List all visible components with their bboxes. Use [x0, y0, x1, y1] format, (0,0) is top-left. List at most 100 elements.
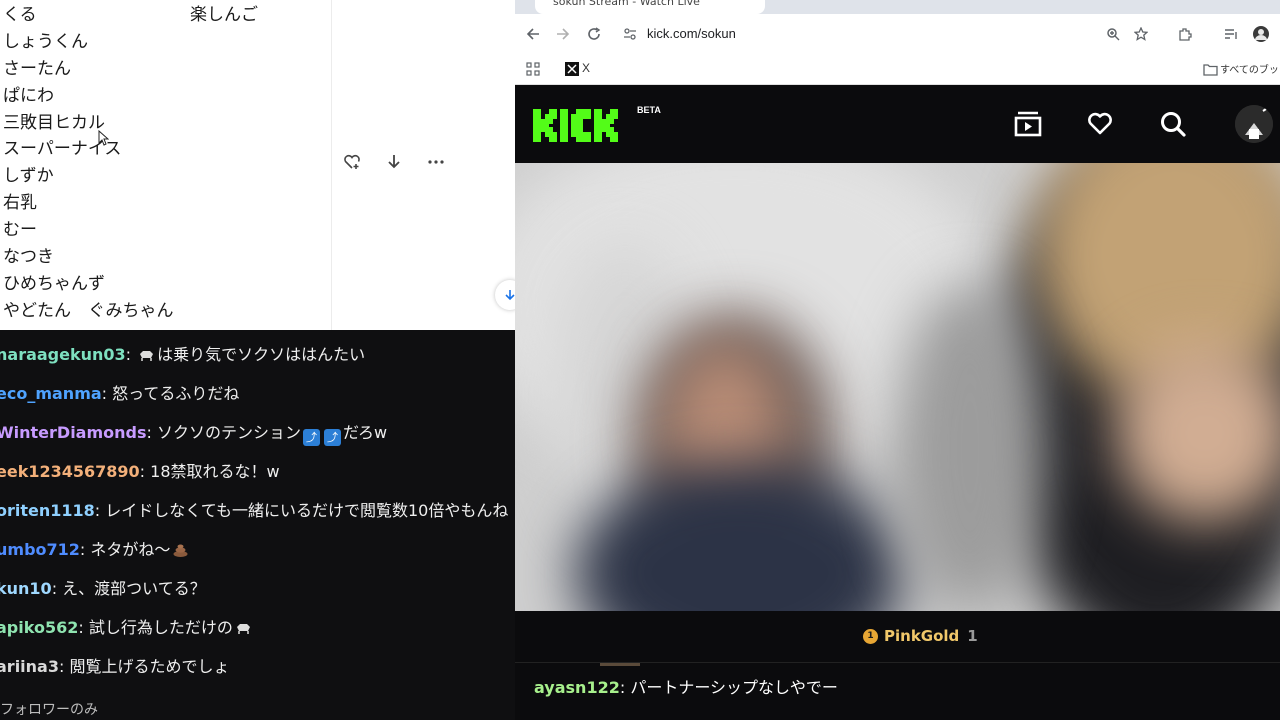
chat-text: ソクソのテンション	[157, 423, 302, 442]
chat-text: は乗り気でソクソははんたい	[157, 345, 366, 364]
x-logo-icon[interactable]	[562, 59, 582, 79]
chat-message-list: naraagekun03: は乗り気でソクソははんたい eco_manma: 怒っ…	[0, 341, 508, 692]
name-list-item: スーパーナイス	[3, 139, 122, 160]
name-list-item: やどたん ぐみちゃん	[3, 300, 174, 321]
browser-window: sokun Stream - Watch Live kick.com/sokun	[515, 0, 1280, 720]
chat-message: eco_manma: 怒ってるふりだね	[0, 380, 508, 419]
name-list-panel: くる しょうくん さーたん ぱにわ 三敗目ヒカル スーパーナイス しずか 右乳 むー なつき ひめち…	[0, 0, 515, 330]
apps-grid-icon[interactable]	[523, 59, 543, 79]
chat-message: umbo712: ネタがね〜	[0, 536, 508, 575]
chat-message: oriten1118: レイドしなくても一緒にいるだけで閲覧数10倍やもんね	[0, 497, 508, 536]
name-list-extra: 楽しんご	[190, 5, 258, 25]
chat-message: naraagekun03: は乗り気でソクソははんたい	[0, 341, 508, 380]
chat-colon: :	[58, 657, 70, 676]
bull-emote-icon	[138, 344, 155, 361]
chat-username[interactable]: ariina3	[0, 657, 59, 676]
stream-chat-panel: naraagekun03: は乗り気でソクソははんたい eco_manma: 怒っ…	[0, 330, 515, 720]
video-player[interactable]	[515, 163, 1280, 611]
chat-text: ネタがね〜	[90, 540, 171, 559]
browser-tab-strip: sokun Stream - Watch Live	[515, 0, 1280, 14]
bookmark-star-icon[interactable]	[1131, 24, 1151, 44]
gift-count: 1	[967, 627, 978, 645]
chat-colon: :	[78, 618, 89, 637]
chat-message: apiko562: 試し行為しただけの	[0, 614, 508, 653]
url-text[interactable]: kick.com/sokun	[647, 26, 736, 41]
chat-username[interactable]: kun10	[0, 579, 52, 598]
poop-emote-icon	[172, 539, 189, 557]
chat-colon: :	[101, 384, 113, 403]
chat-colon: :	[125, 345, 137, 364]
bull-emote-icon	[235, 617, 252, 634]
profile-avatar-icon[interactable]	[1251, 24, 1271, 44]
chat-text-tail: だろw	[343, 423, 388, 442]
chat-colon: :	[51, 579, 63, 598]
chat-text: え、渡部ついてる？	[62, 579, 206, 598]
name-list-item: くる	[3, 5, 37, 25]
chat-username[interactable]: umbo712	[0, 540, 80, 559]
name-list-item: 右乳	[3, 193, 37, 214]
blue-arrow-emote-icon: ⤴	[303, 429, 321, 446]
chat-colon: :	[146, 423, 157, 442]
name-list-item: なつき	[3, 247, 54, 268]
chat-username[interactable]: naraagekun03	[0, 345, 126, 364]
favorites-heart-icon[interactable]	[1083, 107, 1117, 141]
name-list-item: しょうくん	[3, 31, 88, 52]
chat-username[interactable]: eco_manma	[0, 384, 102, 403]
more-options-icon[interactable]	[426, 150, 446, 174]
post-action-row	[342, 150, 446, 174]
bookmark-x-label[interactable]: X	[582, 61, 590, 75]
kick-header: BETA	[515, 85, 1280, 163]
chat-text: 閲覧上げるためでしょ	[69, 657, 230, 676]
chat-message: WinterDiamonds: ソクソのテンション ⤴ ⤴ だろw	[0, 419, 508, 458]
name-list-item: さーたん	[3, 58, 71, 79]
browser-tab-title: sokun Stream - Watch Live	[553, 0, 700, 8]
following-videos-icon[interactable]	[1011, 107, 1045, 141]
zoom-icon[interactable]	[1103, 24, 1123, 44]
kick-logo[interactable]	[533, 107, 637, 143]
mouse-cursor-icon	[98, 130, 109, 146]
chat-username[interactable]: eek1234567890	[0, 462, 140, 481]
chat-text: 怒ってるふりだね	[112, 384, 240, 403]
gift-rank-icon: 1	[863, 628, 878, 644]
kick-chat-text: パートナーシップなしやでー	[630, 678, 838, 697]
follower-only-label: フォロワーのみ	[0, 702, 98, 718]
kick-chat-username[interactable]: ayasn122	[534, 678, 620, 697]
gift-user-name: PinkGold	[884, 627, 960, 645]
kick-chat: ayasn122: パートナーシップなしやでー	[515, 663, 1280, 720]
gift-leaderboard-bar: 1 PinkGold 1	[515, 611, 1280, 663]
name-list-item: 三敗目ヒカル	[3, 112, 105, 133]
download-icon[interactable]	[384, 150, 404, 174]
name-list-item: しずか	[3, 166, 54, 187]
user-avatar[interactable]	[1235, 105, 1273, 143]
chat-colon: :	[79, 540, 91, 559]
chat-colon: :	[94, 501, 106, 520]
chat-text: 試し行為しただけの	[88, 618, 233, 637]
chat-text: 18禁取れるな！w	[150, 462, 280, 481]
reload-icon[interactable]	[584, 24, 604, 44]
extensions-icon[interactable]	[1175, 24, 1195, 44]
chat-message: kun10: え、渡部ついてる？	[0, 575, 508, 614]
search-icon[interactable]	[1156, 107, 1190, 141]
blue-arrow-emote-icon: ⤴	[324, 429, 342, 446]
kick-beta-badge: BETA	[637, 105, 661, 115]
chat-message: eek1234567890: 18禁取れるな！w	[0, 458, 508, 497]
folder-icon	[1200, 59, 1220, 79]
media-control-icon[interactable]	[1221, 24, 1241, 44]
chat-username[interactable]: apiko562	[0, 618, 78, 637]
add-heart-icon[interactable]	[342, 150, 362, 174]
chat-emote-fragment	[600, 663, 640, 666]
browser-toolbar: kick.com/sokun	[515, 14, 1280, 54]
chat-username[interactable]: WinterDiamonds	[0, 423, 147, 442]
bookmarks-bar: X すべてのブックマーク	[515, 54, 1280, 85]
site-info-icon[interactable]	[620, 24, 640, 44]
all-bookmarks-label[interactable]: すべてのブックマーク	[1220, 61, 1280, 76]
back-arrow-icon[interactable]	[523, 24, 543, 44]
panel-divider	[331, 0, 332, 330]
chat-text: レイドしなくても一緒にいるだけで閲覧数10倍やもんね	[105, 501, 509, 520]
scroll-down-button[interactable]	[495, 280, 515, 310]
name-list-item: ぱにわ	[3, 85, 54, 106]
gift-entry[interactable]: 1 PinkGold 1	[863, 627, 978, 645]
name-list: くる しょうくん さーたん ぱにわ 三敗目ヒカル スーパーナイス しずか 右乳 むー なつき ひめち…	[3, 2, 174, 325]
forward-arrow-icon[interactable]	[553, 24, 573, 44]
chat-username[interactable]: oriten1118	[0, 501, 95, 520]
